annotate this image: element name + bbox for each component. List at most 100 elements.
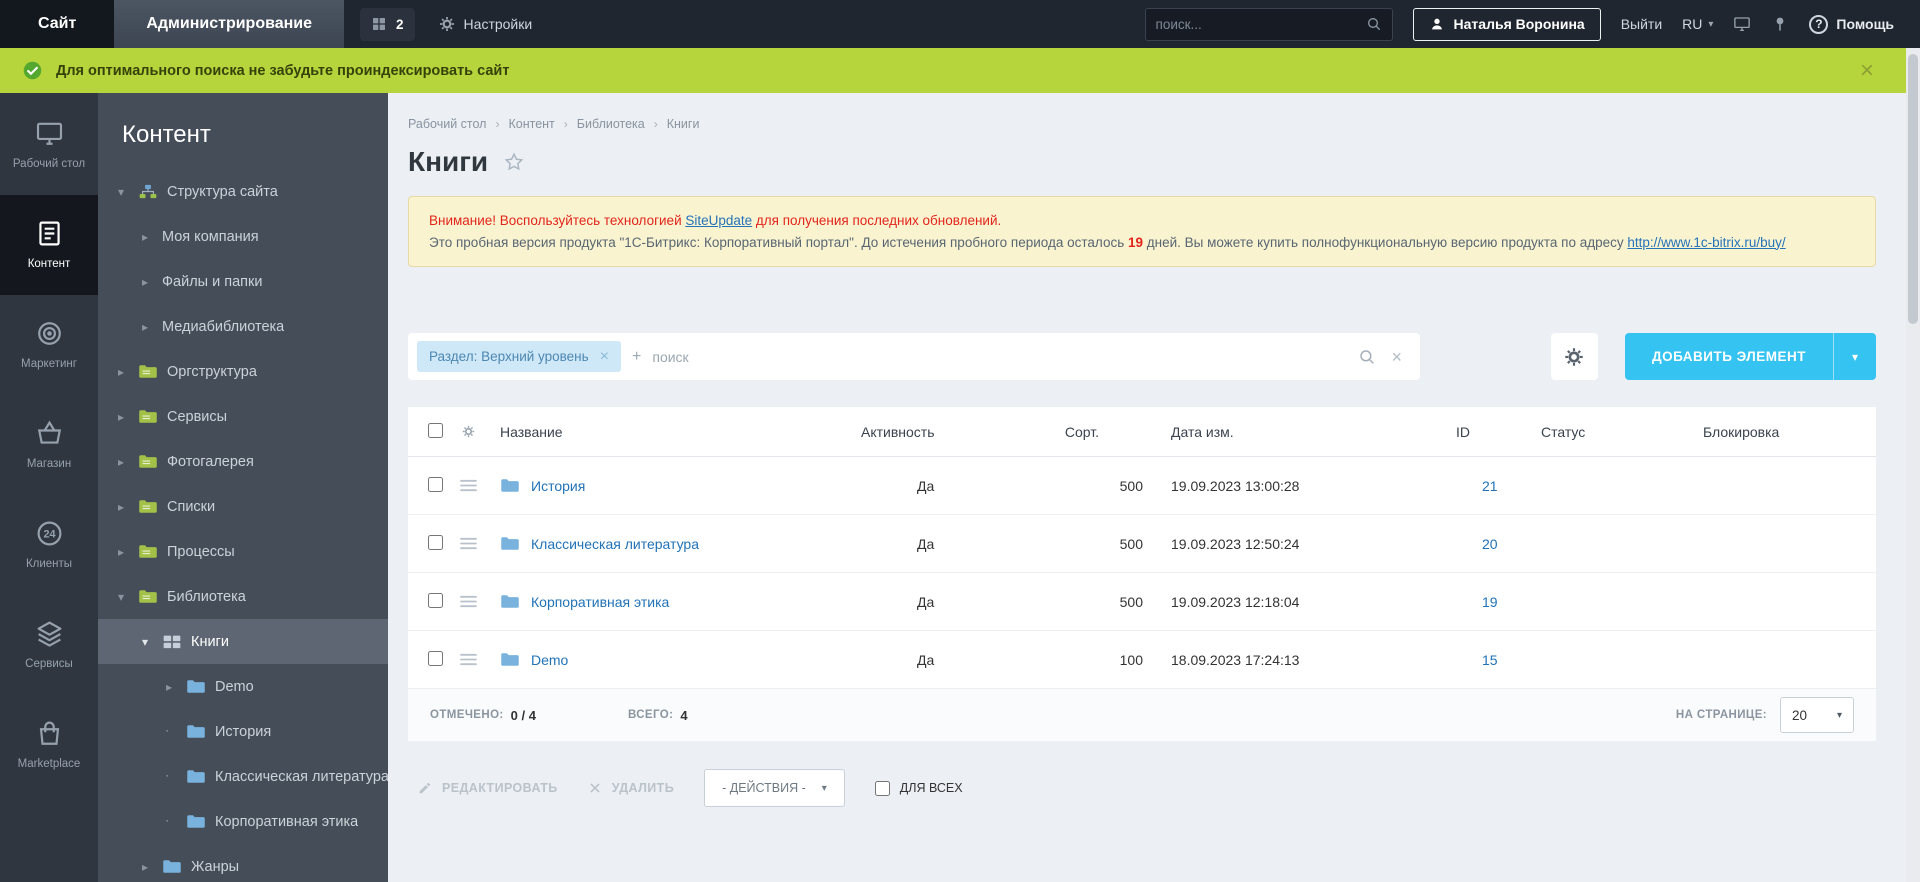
chevron-right-icon[interactable]: ▸ (118, 410, 138, 424)
item-id-link[interactable]: 20 (1482, 536, 1498, 552)
close-icon[interactable]: × (1860, 58, 1898, 83)
tree-item-services[interactable]: ▸ Сервисы (98, 394, 388, 439)
column-header-active[interactable]: Активность (861, 424, 1011, 440)
scrollbar[interactable] (1906, 48, 1920, 882)
tree-item-history[interactable]: ▪ История (98, 709, 388, 754)
pin-button[interactable] (1771, 15, 1789, 33)
tree-item-corporate-ethics[interactable]: ▪ Корпоративная этика (98, 799, 388, 844)
breadcrumb-link[interactable]: Рабочий стол (408, 117, 486, 131)
rail-item-marketing[interactable]: Маркетинг (0, 295, 98, 395)
logout-button[interactable]: Выйти (1621, 16, 1662, 32)
table-row[interactable]: Корпоративная этика Да 500 19.09.2023 12… (408, 573, 1876, 632)
column-header-name[interactable]: Название (500, 424, 861, 440)
tree-item-lists[interactable]: ▸ Списки (98, 484, 388, 529)
edit-button[interactable]: РЕДАКТИРОВАТЬ (418, 781, 558, 795)
tree-item-media-library[interactable]: ▸ Медиабиблиотека (98, 304, 388, 349)
chevron-down-icon[interactable]: ▾ (118, 185, 138, 199)
search-icon[interactable] (1366, 16, 1382, 32)
chevron-right-icon[interactable]: ▸ (142, 275, 162, 289)
select-all-checkbox[interactable] (428, 422, 443, 438)
scrollbar-thumb[interactable] (1908, 54, 1918, 324)
column-header-status[interactable]: Статус (1541, 424, 1691, 440)
close-icon[interactable]: × (600, 348, 609, 365)
tree-item-site-structure[interactable]: ▾ Структура сайта (98, 169, 388, 214)
help-button[interactable]: ? Помощь (1809, 14, 1894, 34)
column-header-modified[interactable]: Дата изм. (1171, 424, 1456, 440)
rail-item-clients[interactable]: 24 Клиенты (0, 495, 98, 595)
siteupdate-link[interactable]: SiteUpdate (685, 213, 752, 228)
row-menu-icon[interactable] (460, 595, 500, 608)
column-header-id[interactable]: ID (1456, 424, 1541, 440)
rail-item-desktop[interactable]: Рабочий стол (0, 95, 98, 195)
chevron-right-icon[interactable]: ▸ (142, 860, 162, 874)
tree-item-classic-literature[interactable]: ▪ Классическая литература (98, 754, 388, 799)
item-name-link[interactable]: Классическая литература (531, 536, 699, 552)
language-selector[interactable]: RU ▾ (1682, 16, 1713, 32)
desktop-view-button[interactable] (1733, 15, 1751, 33)
row-checkbox[interactable] (428, 534, 443, 550)
for-all-toggle[interactable]: ДЛЯ ВСЕХ (874, 780, 963, 796)
tree-item-my-company[interactable]: ▸ Моя компания (98, 214, 388, 259)
tree-item-files-folders[interactable]: ▸ Файлы и папки (98, 259, 388, 304)
row-menu-icon[interactable] (460, 653, 500, 666)
user-button[interactable]: Наталья Воронина (1412, 7, 1601, 41)
panels-counter[interactable]: 2 (360, 7, 415, 41)
item-name-link[interactable]: Корпоративная этика (531, 594, 669, 610)
chevron-right-icon[interactable]: ▸ (118, 455, 138, 469)
chevron-right-icon[interactable]: ▸ (118, 545, 138, 559)
search-input[interactable] (1155, 16, 1358, 32)
tree-item-photogallery[interactable]: ▸ Фотогалерея (98, 439, 388, 484)
row-menu-icon[interactable] (460, 479, 500, 492)
grid-settings-button[interactable] (1550, 333, 1598, 381)
row-checkbox[interactable] (428, 476, 443, 492)
table-row[interactable]: История Да 500 19.09.2023 13:00:28 21 (408, 457, 1876, 516)
table-row[interactable]: Demo Да 100 18.09.2023 17:24:13 15 (408, 631, 1876, 690)
table-row[interactable]: Классическая литература Да 500 19.09.202… (408, 515, 1876, 574)
rail-item-shop[interactable]: Магазин (0, 395, 98, 495)
rail-item-marketplace[interactable]: Marketplace (0, 695, 98, 795)
tree-item-books[interactable]: ▾ Книги (98, 619, 388, 664)
item-id-link[interactable]: 19 (1482, 594, 1498, 610)
tree-item-genres[interactable]: ▸ Жанры (98, 844, 388, 882)
breadcrumb-link[interactable]: Контент (508, 117, 554, 131)
topbar-search[interactable] (1144, 7, 1393, 41)
row-checkbox[interactable] (428, 650, 443, 666)
filter-search-input[interactable] (652, 348, 1348, 365)
chevron-right-icon[interactable]: ▸ (166, 680, 186, 694)
row-checkbox[interactable] (428, 592, 443, 608)
chevron-right-icon[interactable]: ▸ (142, 230, 162, 244)
tree-item-demo[interactable]: ▸ Demo (98, 664, 388, 709)
settings-button[interactable]: Настройки (439, 16, 532, 32)
favorite-star-icon[interactable] (503, 151, 525, 173)
add-element-label[interactable]: ДОБАВИТЬ ЭЛЕМЕНТ (1624, 333, 1833, 381)
rail-item-content[interactable]: Контент (0, 195, 98, 295)
chevron-right-icon[interactable]: ▸ (118, 365, 138, 379)
search-icon[interactable] (1358, 348, 1376, 366)
tab-site[interactable]: Сайт (0, 0, 115, 48)
filter-bar[interactable]: Раздел: Верхний уровень × + × (408, 333, 1420, 381)
delete-button[interactable]: УДАЛИТЬ (588, 781, 674, 795)
per-page-select[interactable]: 20 ▾ (1780, 697, 1854, 734)
item-name-link[interactable]: История (531, 478, 585, 494)
tab-administration[interactable]: Администрирование (114, 0, 345, 48)
column-header-sort[interactable]: Сорт. (1011, 424, 1171, 440)
item-id-link[interactable]: 15 (1482, 652, 1498, 668)
gear-icon[interactable] (460, 425, 500, 438)
item-name-link[interactable]: Demo (531, 652, 568, 668)
actions-dropdown[interactable]: - ДЕЙСТВИЯ - ▾ (704, 769, 845, 808)
column-header-lock[interactable]: Блокировка (1691, 424, 1876, 440)
chevron-down-icon[interactable]: ▾ (142, 635, 162, 649)
buy-link[interactable]: http://www.1c-bitrix.ru/buy/ (1627, 235, 1785, 250)
clear-filter-icon[interactable]: × (1387, 348, 1412, 366)
breadcrumb-link[interactable]: Библиотека (577, 117, 645, 131)
add-element-dropdown[interactable]: ▾ (1833, 333, 1876, 381)
tree-item-processes[interactable]: ▸ Процессы (98, 529, 388, 574)
for-all-checkbox[interactable] (874, 780, 890, 796)
rail-item-services[interactable]: Сервисы (0, 595, 98, 695)
filter-chip[interactable]: Раздел: Верхний уровень × (417, 341, 622, 373)
chevron-down-icon[interactable]: ▾ (118, 590, 138, 604)
tree-item-library[interactable]: ▾ Библиотека (98, 574, 388, 619)
chevron-right-icon[interactable]: ▸ (142, 320, 162, 334)
item-id-link[interactable]: 21 (1482, 478, 1498, 494)
tree-item-orgstructure[interactable]: ▸ Оргструктура (98, 349, 388, 394)
